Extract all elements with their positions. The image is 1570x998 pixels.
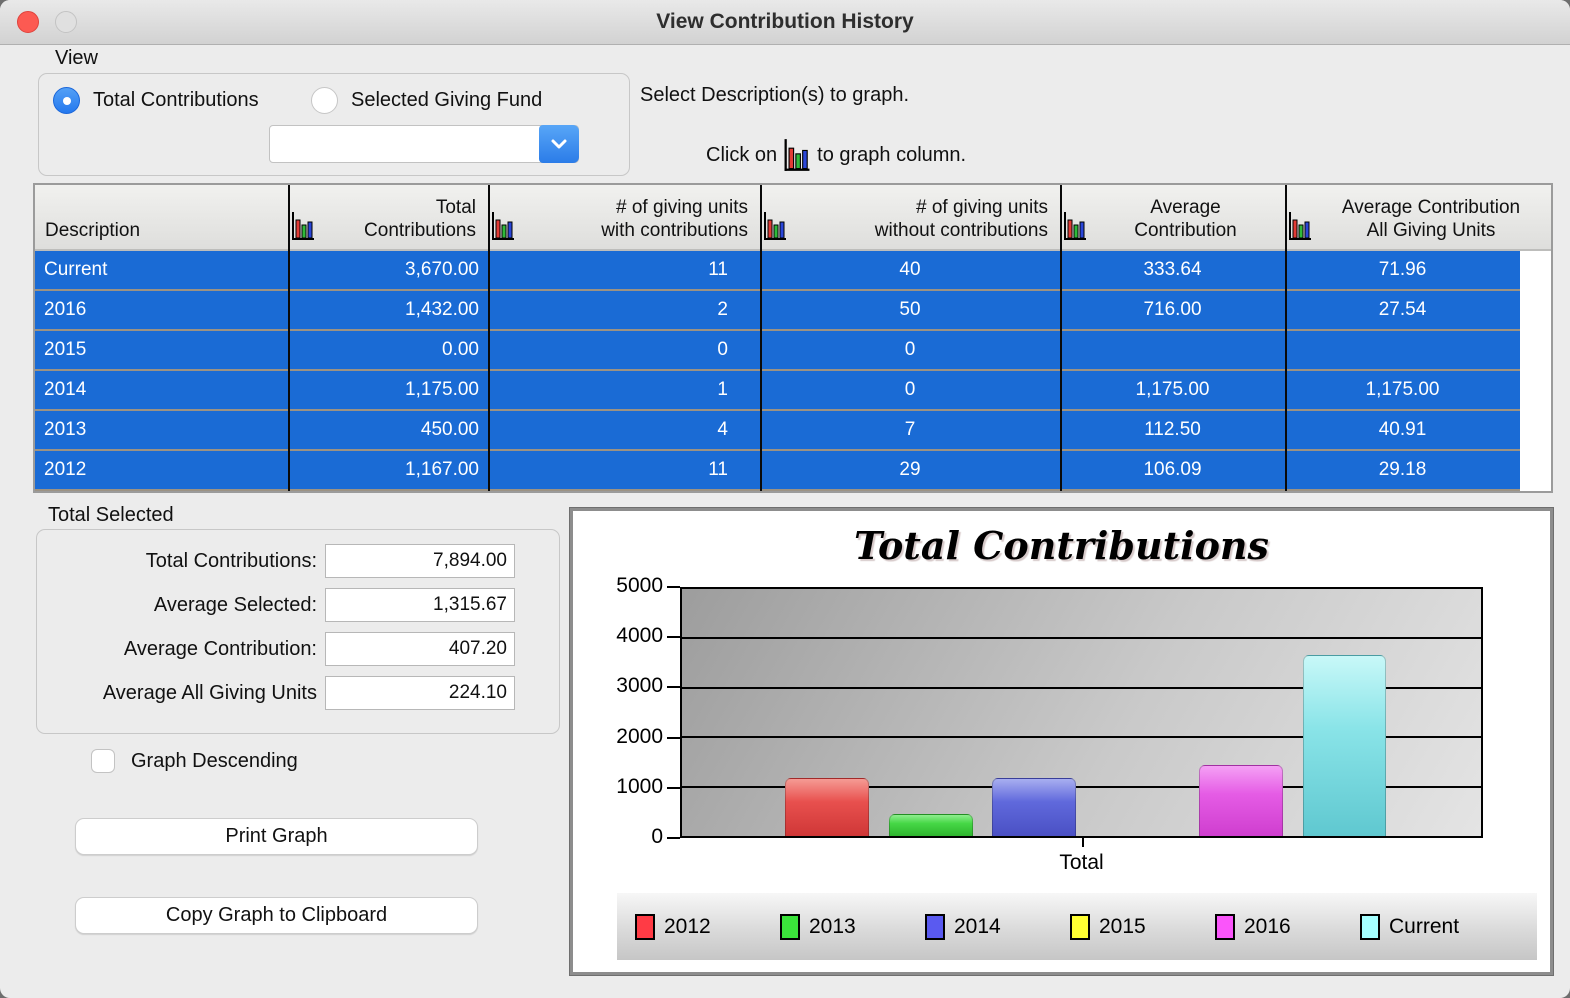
click-hint-suffix: to graph column.	[817, 144, 966, 167]
legend-swatch	[1070, 914, 1090, 940]
table-row-2015[interactable]: 20150.0000	[35, 331, 1520, 371]
column-divider	[488, 185, 490, 491]
table-header: Description Total Contributions # of giv…	[35, 185, 1551, 251]
radio-selected-giving-fund-label: Selected Giving Fund	[351, 89, 542, 112]
radio-total-contributions[interactable]	[53, 87, 80, 114]
bar-2014	[992, 778, 1076, 836]
chart-title: Total Contributions	[573, 523, 1550, 568]
y-tick-label: 4000	[603, 624, 663, 648]
legend-swatch	[780, 914, 800, 940]
average-contribution-label: Average Contribution:	[37, 638, 325, 661]
legend-item-2014: 2014	[925, 914, 1070, 940]
header-units-with: # of giving units with contributions	[488, 185, 760, 249]
table-body: Current3,670.001140333.6471.96 20161,432…	[35, 251, 1551, 491]
y-tick-label: 2000	[603, 725, 663, 749]
y-tick-mark	[667, 737, 680, 739]
dropdown-button[interactable]	[539, 125, 579, 163]
x-axis-label: Total	[1059, 851, 1103, 875]
column-divider	[1060, 185, 1062, 491]
y-tick-label: 5000	[603, 574, 663, 598]
chevron-down-icon	[548, 133, 570, 155]
y-tick-mark	[667, 837, 680, 839]
y-tick-mark	[667, 586, 680, 588]
y-tick-mark	[667, 636, 680, 638]
click-hint-prefix: Click on	[706, 144, 777, 167]
average-selected-label: Average Selected:	[37, 594, 325, 617]
radio-total-contributions-label: Total Contributions	[93, 89, 259, 112]
y-tick-mark	[667, 787, 680, 789]
giving-fund-dropdown[interactable]	[269, 125, 579, 163]
gridline	[682, 637, 1481, 639]
legend-item-2016: 2016	[1215, 914, 1360, 940]
copy-graph-button[interactable]: Copy Graph to Clipboard	[75, 897, 478, 934]
average-all-units-field[interactable]: 224.10	[325, 676, 515, 710]
total-selected-label: Total Selected	[48, 504, 174, 527]
view-groupbox: Total Contributions Selected Giving Fund	[38, 73, 630, 176]
legend-label: Current	[1389, 915, 1459, 939]
legend-swatch	[1215, 914, 1235, 940]
graph-column-icon[interactable]	[1063, 211, 1087, 241]
legend-label: 2015	[1099, 915, 1146, 939]
average-selected-field[interactable]: 1,315.67	[325, 588, 515, 622]
view-contribution-history-window: View Contribution History View Total Con…	[0, 0, 1570, 998]
graph-column-icon[interactable]	[763, 211, 787, 241]
column-divider	[288, 185, 290, 491]
legend-label: 2016	[1244, 915, 1291, 939]
legend-label: 2013	[809, 915, 856, 939]
table-row-2016[interactable]: 20161,432.00250716.0027.54	[35, 291, 1520, 331]
legend-label: 2012	[664, 915, 711, 939]
totals-groupbox: Total Contributions: 7,894.00 Average Se…	[36, 529, 560, 734]
y-tick-label: 3000	[603, 674, 663, 698]
contribution-history-table: Description Total Contributions # of giv…	[33, 183, 1553, 493]
legend-swatch	[1360, 914, 1380, 940]
select-descriptions-hint: Select Description(s) to graph.	[640, 84, 909, 107]
bar-2013	[889, 814, 973, 836]
print-graph-button[interactable]: Print Graph	[75, 818, 478, 855]
radio-selected-giving-fund[interactable]	[311, 87, 338, 114]
legend-item-Current: Current	[1360, 914, 1505, 940]
legend-item-2013: 2013	[780, 914, 925, 940]
graph-descending-label: Graph Descending	[131, 750, 298, 773]
bar-Current	[1303, 655, 1387, 836]
table-row-current[interactable]: Current3,670.001140333.6471.96	[35, 251, 1520, 291]
chart-legend: 2012 2013 2014 2015 2016 Current	[617, 893, 1537, 960]
chart-panel: Total Contributions Total 01000200030004…	[570, 508, 1553, 975]
view-group-label: View	[55, 47, 98, 70]
header-total-contributions: Total Contributions	[288, 185, 488, 249]
header-description: Description	[35, 185, 288, 249]
legend-item-2012: 2012	[635, 914, 780, 940]
y-tick-label: 1000	[603, 775, 663, 799]
legend-swatch	[635, 914, 655, 940]
bar-2012	[785, 778, 869, 836]
column-divider	[1285, 185, 1287, 491]
header-average-all-units: Average Contribution All Giving Units	[1285, 185, 1551, 249]
table-row-2013[interactable]: 2013450.0047112.5040.91	[35, 411, 1520, 451]
table-row-2012[interactable]: 20121,167.001129106.0929.18	[35, 451, 1520, 491]
average-all-units-label: Average All Giving Units	[37, 682, 325, 705]
graph-column-icon[interactable]	[491, 211, 515, 241]
total-contributions-label: Total Contributions:	[37, 550, 325, 573]
y-tick-mark	[667, 686, 680, 688]
graph-column-icon	[783, 138, 811, 172]
total-contributions-field[interactable]: 7,894.00	[325, 544, 515, 578]
average-contribution-field[interactable]: 407.20	[325, 632, 515, 666]
titlebar: View Contribution History	[0, 0, 1570, 45]
column-divider	[760, 185, 762, 491]
legend-label: 2014	[954, 915, 1001, 939]
y-tick-label: 0	[603, 825, 663, 849]
header-units-without: # of giving units without contributions	[760, 185, 1060, 249]
x-axis-tick	[1082, 838, 1084, 847]
header-average-contribution: Average Contribution	[1060, 185, 1285, 249]
graph-column-icon[interactable]	[1288, 211, 1312, 241]
table-row-2014[interactable]: 20141,175.00101,175.001,175.00	[35, 371, 1520, 411]
window-title: View Contribution History	[0, 10, 1570, 34]
plot-wrap: Total 010002000300040005000	[680, 587, 1483, 838]
graph-descending-checkbox[interactable]	[91, 749, 115, 773]
legend-item-2015: 2015	[1070, 914, 1215, 940]
graph-column-icon[interactable]	[291, 211, 315, 241]
click-to-graph-hint: Click on to graph column.	[706, 138, 966, 172]
bar-2016	[1199, 765, 1283, 836]
plot-area	[680, 587, 1483, 838]
legend-swatch	[925, 914, 945, 940]
